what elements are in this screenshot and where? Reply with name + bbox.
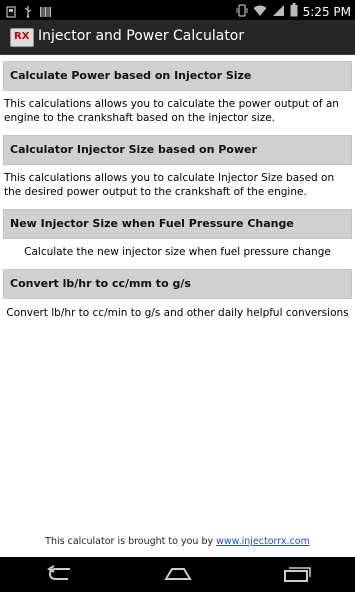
status-bar: 5:25 PM bbox=[0, 0, 355, 20]
action-bar: RX Injector and Power Calculator bbox=[0, 20, 355, 55]
footer-text: This calculator is brought to you by bbox=[45, 536, 214, 547]
footer: This calculator is brought to you by www… bbox=[0, 536, 355, 547]
status-time: 5:25 PM bbox=[302, 4, 351, 19]
vibrate-icon bbox=[236, 2, 248, 21]
section-header-fuel-pressure-change[interactable]: New Injector Size when Fuel Pressure Cha… bbox=[3, 209, 352, 239]
battery-icon bbox=[290, 2, 298, 21]
section-header-power-from-injector[interactable]: Calculate Power based on Injector Size bbox=[3, 61, 352, 91]
footer-link[interactable]: www.injectorrx.com bbox=[216, 536, 310, 547]
section-desc-injector-from-power: This calculations allows you to calculat… bbox=[4, 172, 335, 198]
back-icon[interactable] bbox=[44, 565, 74, 587]
signal-icon bbox=[272, 2, 285, 21]
home-icon[interactable] bbox=[163, 565, 193, 587]
section-desc-power-from-injector: This calculations allows you to calculat… bbox=[4, 98, 339, 124]
main-content: Calculate Power based on Injector Size T… bbox=[0, 55, 355, 557]
wifi-icon bbox=[253, 2, 267, 21]
section-header-unit-conversion[interactable]: Convert lb/hr to cc/mm to g/s bbox=[3, 269, 352, 299]
section-header-injector-from-power[interactable]: Calculator Injector Size based on Power bbox=[3, 135, 352, 165]
section-desc-fuel-pressure-change: Calculate the new injector size when fue… bbox=[24, 246, 331, 258]
app-logo-icon[interactable]: RX bbox=[10, 28, 34, 47]
recent-apps-icon[interactable] bbox=[282, 565, 312, 587]
section-desc-unit-conversion: Convert lb/hr to cc/min to g/s and other… bbox=[6, 307, 349, 319]
navigation-bar bbox=[0, 557, 355, 592]
app-title: Injector and Power Calculator bbox=[38, 28, 245, 44]
